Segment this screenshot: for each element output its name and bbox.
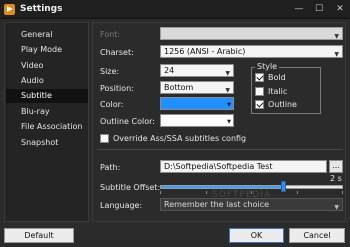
ok-button[interactable]: OK (229, 228, 284, 243)
divider (97, 149, 343, 150)
browse-button[interactable]: ... (329, 160, 343, 173)
offset-value: 2 s (330, 174, 342, 183)
charset-value: 1256 (ANSI - Arabic) (164, 47, 246, 56)
slider-tick (206, 191, 207, 194)
path-label: Path: (100, 163, 121, 172)
softpedia-watermark: SOFTPEDIA (212, 190, 272, 200)
close-button[interactable]: ✕ (331, 0, 349, 18)
sidebar-item-audio[interactable]: Audio (6, 74, 88, 88)
charset-label: Charset: (100, 48, 134, 57)
default-button[interactable]: Default (4, 228, 74, 243)
maximize-button[interactable]: ☐ (310, 0, 328, 18)
override-label: Override Ass/SSA subtitles config (113, 134, 247, 143)
italic-checkbox[interactable] (255, 87, 264, 96)
sidebar-item-general[interactable]: General (6, 28, 88, 42)
cancel-button[interactable]: Cancel (289, 228, 345, 243)
charset-select[interactable]: 1256 (ANSI - Arabic) ▼ (160, 45, 343, 58)
window-title: Settings (20, 4, 63, 14)
color-picker[interactable]: ▼ (160, 97, 234, 110)
style-legend: Style (255, 62, 280, 71)
size-select[interactable]: 24 ▼ (160, 64, 234, 77)
slider-tick (160, 191, 161, 194)
chevron-down-icon: ▼ (227, 119, 231, 125)
size-label: Size: (100, 67, 120, 76)
sidebar-item-play-mode[interactable]: Play Mode (6, 43, 88, 57)
language-value: Remember the last choice (164, 200, 270, 209)
minimize-button[interactable]: — (290, 0, 308, 18)
title-bar: Settings — ☐ ✕ (0, 0, 350, 19)
bold-label: Bold (268, 73, 286, 82)
chevron-down-icon: ▼ (225, 87, 230, 94)
slider-tick (342, 191, 343, 194)
chevron-down-icon: ▼ (334, 51, 339, 58)
chevron-down-icon: ▼ (334, 33, 339, 40)
sidebar-item-snapshot[interactable]: Snapshot (6, 136, 88, 150)
color-label: Color: (100, 100, 124, 109)
font-label: Font: (100, 30, 121, 39)
position-label: Position: (100, 84, 134, 93)
font-select: ▼ (160, 27, 343, 40)
outline-color-label: Outline Color: (100, 117, 155, 126)
bold-checkbox[interactable] (255, 73, 264, 82)
path-field[interactable]: D:\Softpedia\Softpedia Test (160, 160, 327, 173)
subtitle-offset-slider[interactable] (160, 185, 343, 189)
outline-label: Outline (268, 100, 297, 109)
size-value: 24 (164, 66, 175, 75)
sidebar-item-file-association[interactable]: File Association (6, 120, 88, 134)
italic-label: Italic (268, 87, 288, 96)
settings-sidebar: General Play Mode Video Audio Subtitle B… (4, 22, 89, 222)
language-label: Language: (100, 201, 143, 210)
app-logo-icon (4, 4, 15, 15)
slider-tick (297, 191, 298, 194)
position-value: Bottom (164, 83, 194, 92)
override-checkbox[interactable] (100, 134, 109, 143)
subtitle-offset-label: Subtitle Offset: (100, 183, 161, 192)
chevron-down-icon: ▼ (225, 70, 230, 77)
sidebar-item-subtitle[interactable]: Subtitle (6, 89, 88, 103)
position-select[interactable]: Bottom ▼ (160, 81, 234, 94)
outline-color-picker[interactable]: ▼ (160, 114, 234, 127)
chevron-down-icon: ▼ (334, 204, 339, 211)
sidebar-item-video[interactable]: Video (6, 59, 88, 73)
slider-thumb[interactable] (281, 181, 286, 192)
sidebar-item-blu-ray[interactable]: Blu-ray (6, 105, 88, 119)
chevron-down-icon: ▼ (227, 102, 231, 108)
slider-fill (161, 186, 282, 188)
outline-checkbox[interactable] (255, 100, 264, 109)
